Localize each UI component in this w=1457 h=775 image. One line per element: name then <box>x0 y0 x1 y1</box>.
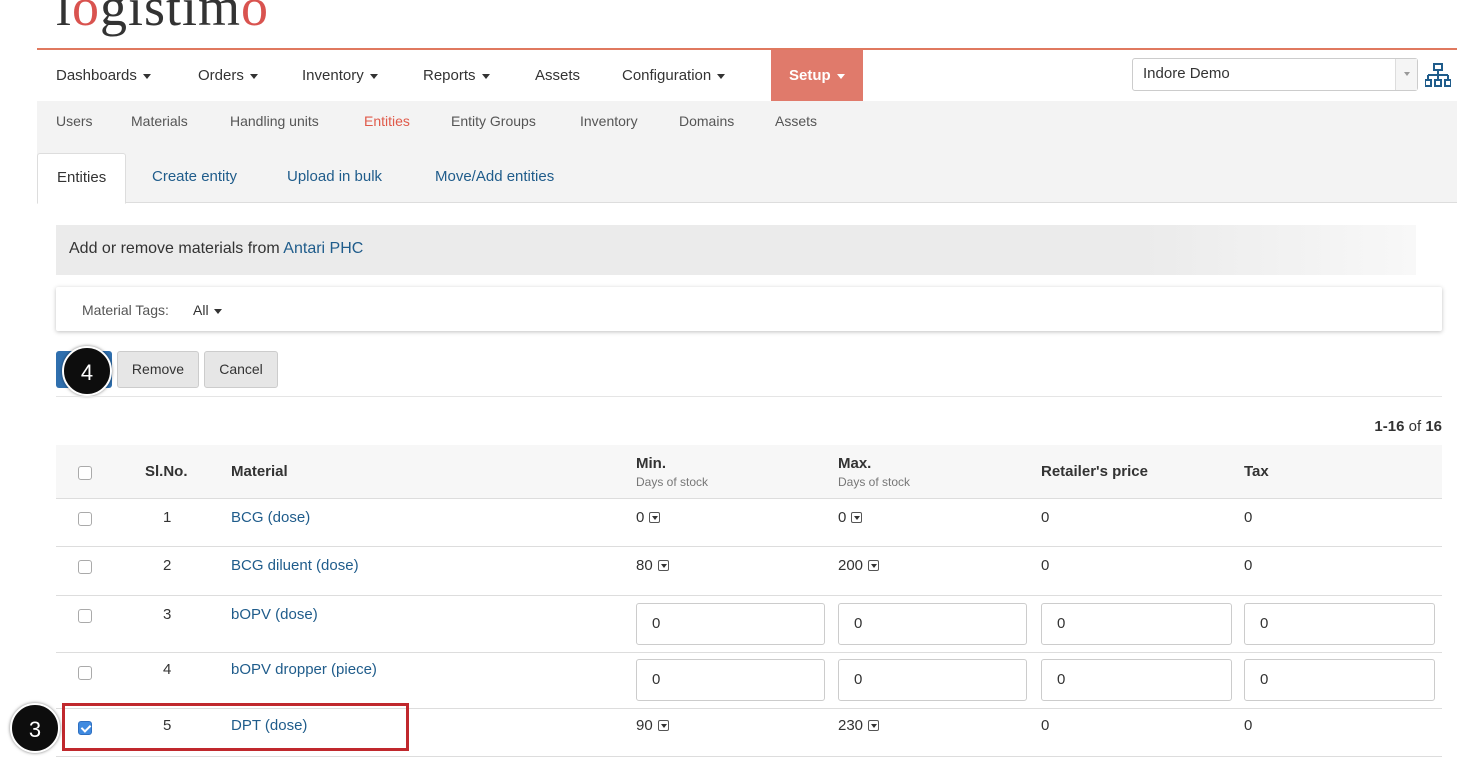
panel-title: Add or remove materials from Antari PHC <box>69 240 364 257</box>
header-max: Max. Days of stock <box>838 455 911 489</box>
remove-button[interactable]: Remove <box>117 351 199 388</box>
row-slno: 4 <box>163 661 172 678</box>
chevron-down-icon <box>369 73 378 79</box>
max-days-value: 0 <box>838 509 863 526</box>
dropdown-toggle-icon[interactable] <box>868 719 880 731</box>
chevron-down-icon <box>213 308 222 314</box>
header-slno: Sl.No. <box>145 463 188 480</box>
min-days-value: 0 <box>636 509 661 526</box>
dropdown-toggle-icon[interactable] <box>649 511 661 523</box>
logistimo-logo: logistimo <box>56 0 270 37</box>
row-slno: 3 <box>163 606 172 623</box>
step-badge-3: 3 <box>10 703 60 753</box>
row-slno: 2 <box>163 557 172 574</box>
tab-upload-in-bulk[interactable]: Upload in bulk <box>268 153 401 203</box>
table-header: Sl.No. Material Min. Days of stock Max. Da… <box>56 445 1442 499</box>
chevron-down-icon <box>142 73 151 79</box>
nav-assets[interactable]: Assets <box>535 50 580 101</box>
select-all-checkbox[interactable] <box>78 466 92 480</box>
max-days-input[interactable]: 0 <box>838 659 1027 701</box>
tab-move-add-entities[interactable]: Move/Add entities <box>416 153 573 203</box>
tab-entities[interactable]: Entities <box>37 153 127 204</box>
row-checkbox[interactable] <box>78 560 92 574</box>
nav-setup[interactable]: Setup <box>771 50 863 101</box>
material-tags-label: Material Tags: <box>82 302 169 318</box>
subnav-materials[interactable]: Materials <box>131 101 188 141</box>
subnav-entity-groups[interactable]: Entity Groups <box>451 101 536 141</box>
subnav-assets[interactable]: Assets <box>775 101 817 141</box>
panel-heading: Add or remove materials from Antari PHC <box>56 225 1416 275</box>
material-link[interactable]: BCG diluent (dose) <box>231 557 359 574</box>
dropdown-toggle-icon[interactable] <box>851 511 863 523</box>
setup-subnavigation: Users Materials Handling units Entities … <box>37 101 1457 141</box>
header-tax: Tax <box>1244 463 1269 480</box>
domain-tree-icon[interactable] <box>1425 62 1451 88</box>
entity-tabs: Entities Create entity Upload in bulk Mo… <box>37 141 1457 204</box>
domain-select-value: Indore Demo <box>1143 65 1230 82</box>
tax-input[interactable]: 0 <box>1244 659 1435 701</box>
min-days-value: 90 <box>636 717 669 734</box>
nav-orders[interactable]: Orders <box>198 50 258 101</box>
subnav-inventory[interactable]: Inventory <box>580 101 638 141</box>
min-days-input[interactable]: 0 <box>636 659 825 701</box>
header-min: Min. Days of stock <box>636 455 709 489</box>
row-checkbox[interactable] <box>78 666 92 680</box>
table-row: 1 BCG (dose) 0 0 0 0 <box>56 499 1442 547</box>
chevron-down-icon[interactable] <box>1395 59 1417 90</box>
min-days-value: 80 <box>636 557 669 574</box>
step-badge-4: 4 <box>62 346 112 396</box>
nav-inventory[interactable]: Inventory <box>302 50 378 101</box>
header-retailer-price: Retailer's price <box>1041 463 1148 480</box>
tax-value: 0 <box>1244 509 1253 526</box>
tax-value: 0 <box>1244 717 1253 734</box>
chevron-down-icon <box>717 73 726 79</box>
material-link[interactable]: bOPV dropper (piece) <box>231 661 377 678</box>
retailer-price-input[interactable]: 0 <box>1041 659 1232 701</box>
dropdown-toggle-icon[interactable] <box>657 719 669 731</box>
subnav-users[interactable]: Users <box>56 101 93 141</box>
subnav-domains[interactable]: Domains <box>679 101 734 141</box>
subnav-handling-units[interactable]: Handling units <box>230 101 319 141</box>
nav-dashboards[interactable]: Dashboards <box>56 50 151 101</box>
pagination-summary: 1-16 of 16 <box>1374 418 1442 435</box>
header-material: Material <box>231 463 288 480</box>
row-checkbox[interactable] <box>78 609 92 623</box>
retailer-price-value: 0 <box>1041 557 1050 574</box>
row-slno: 1 <box>163 509 172 526</box>
tax-value: 0 <box>1244 557 1253 574</box>
cancel-button[interactable]: Cancel <box>204 351 278 388</box>
retailer-price-input[interactable]: 0 <box>1041 603 1232 645</box>
selection-highlight-box <box>62 703 409 751</box>
table-row: 4 bOPV dropper (piece) 0 0 0 0 <box>56 653 1442 709</box>
dropdown-toggle-icon[interactable] <box>868 559 880 571</box>
nav-configuration[interactable]: Configuration <box>622 50 726 101</box>
chevron-down-icon <box>836 73 845 79</box>
chevron-down-icon <box>481 73 490 79</box>
chevron-down-icon <box>249 73 258 79</box>
nav-reports[interactable]: Reports <box>423 50 490 101</box>
tax-input[interactable]: 0 <box>1244 603 1435 645</box>
min-days-input[interactable]: 0 <box>636 603 825 645</box>
subnav-entities[interactable]: Entities <box>364 101 410 141</box>
material-tags-dropdown[interactable]: All <box>193 302 222 318</box>
dropdown-toggle-icon[interactable] <box>657 559 669 571</box>
max-days-value: 230 <box>838 717 880 734</box>
retailer-price-value: 0 <box>1041 717 1050 734</box>
material-tags-filter: Material Tags: All <box>56 287 1442 331</box>
material-link[interactable]: bOPV (dose) <box>231 606 318 623</box>
max-days-value: 200 <box>838 557 880 574</box>
max-days-input[interactable]: 0 <box>838 603 1027 645</box>
tab-create-entity[interactable]: Create entity <box>133 153 256 203</box>
material-link[interactable]: BCG (dose) <box>231 509 310 526</box>
domain-select[interactable]: Indore Demo <box>1132 58 1418 91</box>
retailer-price-value: 0 <box>1041 509 1050 526</box>
table-row: 3 bOPV (dose) 0 0 0 0 <box>56 596 1442 653</box>
section-divider <box>56 396 1442 397</box>
row-checkbox[interactable] <box>78 512 92 526</box>
entity-link[interactable]: Antari PHC <box>283 240 363 257</box>
table-row: 2 BCG diluent (dose) 80 200 0 0 <box>56 547 1442 596</box>
